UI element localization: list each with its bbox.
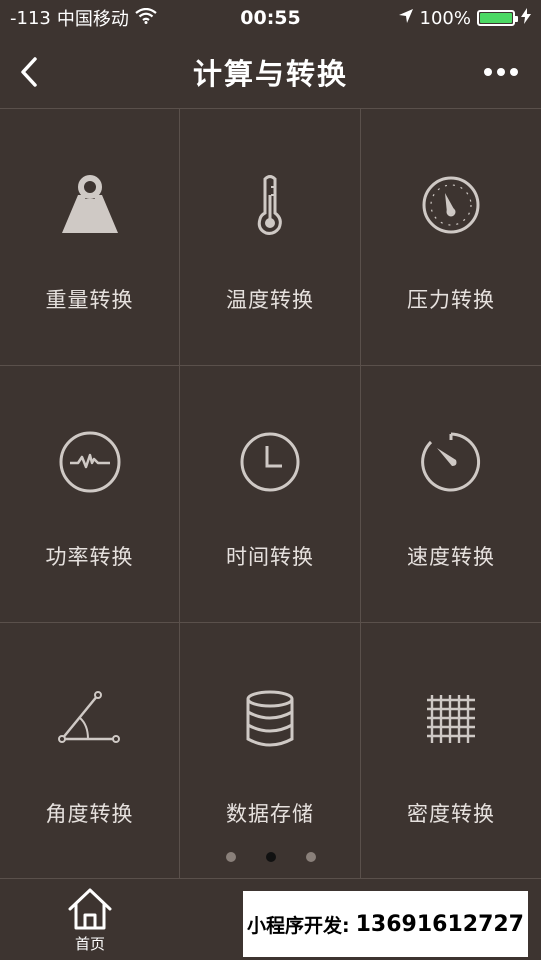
grid-item-label: 数据存储 [226, 802, 314, 826]
status-left: -113 中国移动 [10, 5, 157, 31]
grid-item-label: 速度转换 [407, 545, 495, 569]
grid-item-label: 密度转换 [407, 802, 495, 826]
chevron-left-icon [21, 57, 37, 87]
wifi-icon [135, 7, 157, 29]
converter-grid: 重量转换 温度转换 压力转换 功率转换 时间转换 速度转换 角度转换 数据存储 … [0, 108, 541, 879]
grid-item-density[interactable]: 密度转换 [361, 623, 541, 879]
grid-item-data-storage[interactable]: 数据存储 [180, 623, 361, 879]
page-indicator [0, 852, 541, 864]
grid-item-label: 重量转换 [45, 288, 134, 312]
power-pulse-icon [56, 428, 124, 496]
signal-strength: -113 [10, 7, 51, 29]
grid-item-weight[interactable]: 重量转换 [0, 109, 180, 366]
thermometer-icon [236, 171, 304, 239]
grid-item-power[interactable]: 功率转换 [0, 366, 180, 623]
grid-item-label: 功率转换 [45, 545, 134, 569]
banner-prefix: 小程序开发: [247, 914, 350, 937]
grid-item-label: 时间转换 [226, 545, 314, 569]
grid-item-time[interactable]: 时间转换 [180, 366, 361, 623]
battery-fill [480, 13, 512, 23]
grid-item-speed[interactable]: 速度转换 [361, 366, 541, 623]
speedometer-icon [417, 428, 485, 496]
tab-home-label: 首页 [74, 935, 105, 953]
tab-home[interactable]: 首页 [50, 887, 130, 954]
battery-percent: 100% [419, 7, 471, 29]
page-dot[interactable] [225, 852, 236, 862]
battery-icon [477, 10, 518, 26]
grid-item-label: 压力转换 [407, 288, 495, 312]
nav-bar: 计算与转换 [0, 36, 541, 108]
angle-icon [56, 685, 124, 753]
grid-density-icon [417, 685, 485, 753]
status-right: 100% [398, 7, 531, 29]
grid-item-label: 温度转换 [226, 288, 314, 312]
weight-icon [56, 171, 124, 239]
contact-banner: 小程序开发: 13691612727 [243, 891, 528, 957]
home-icon [68, 888, 112, 930]
grid-item-angle[interactable]: 角度转换 [0, 623, 180, 879]
charging-bolt-icon [521, 7, 531, 29]
more-dots-icon [484, 68, 492, 76]
grid-item-label: 角度转换 [45, 802, 134, 826]
grid-item-pressure[interactable]: 压力转换 [361, 109, 541, 366]
carrier-name: 中国移动 [56, 9, 129, 30]
more-dot [510, 68, 518, 76]
back-button[interactable] [14, 54, 44, 90]
more-button[interactable] [481, 60, 521, 84]
page-dot[interactable] [305, 852, 316, 862]
screen: -113 中国移动 00:55 100% 计算与转换 重量转换 温度转换 压力转… [0, 0, 541, 960]
database-icon [236, 685, 304, 753]
status-bar: -113 中国移动 00:55 100% [0, 0, 541, 36]
location-arrow-icon [398, 8, 414, 29]
more-dot [497, 68, 505, 76]
grid-item-temperature[interactable]: 温度转换 [180, 109, 361, 366]
clock-icon [236, 428, 304, 496]
page-dot-active[interactable] [265, 852, 276, 862]
banner-phone: 13691612727 [355, 911, 524, 937]
page-title: 计算与转换 [192, 57, 348, 91]
pressure-gauge-icon [417, 171, 485, 239]
